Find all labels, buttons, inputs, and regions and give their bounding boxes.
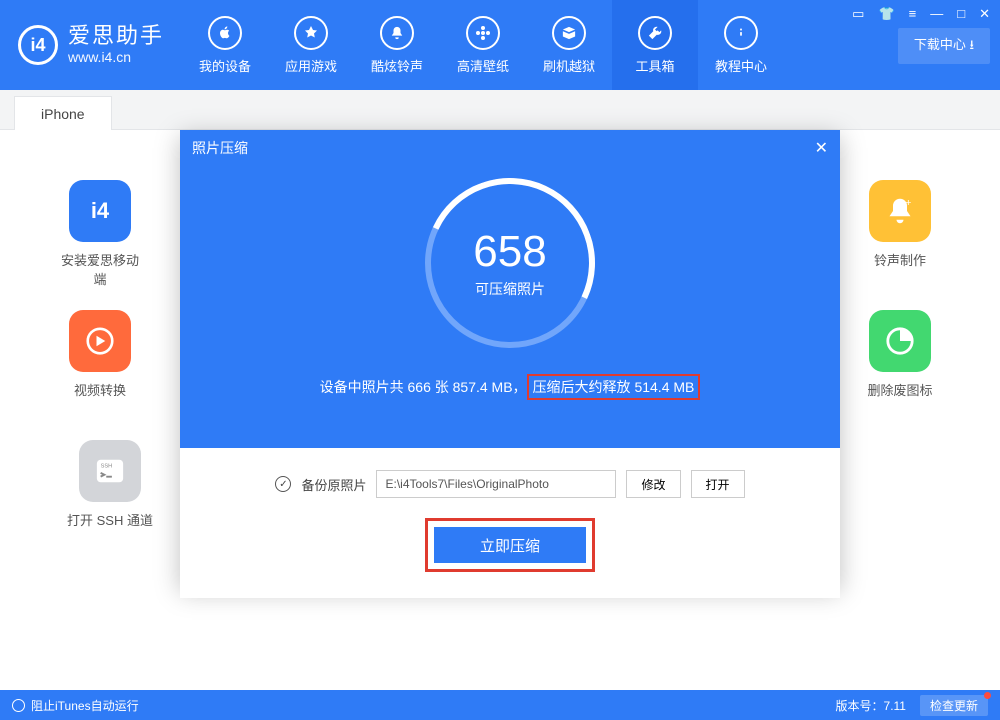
open-path-button[interactable]: 打开: [691, 470, 745, 498]
brand: i4 爱思助手 www.i4.cn: [0, 0, 182, 90]
nav-apps[interactable]: 应用游戏: [268, 0, 354, 90]
download-center-button[interactable]: 下载中心 ⭳: [898, 28, 990, 64]
brand-logo-icon: i4: [18, 25, 58, 65]
tile-video-convert[interactable]: 视频转换: [60, 310, 140, 399]
titlebar-icons: ▭ 👕 ≡ — □ ✕: [852, 0, 1000, 22]
tab-iphone[interactable]: iPhone: [14, 96, 112, 130]
backup-label: 备份原照片: [301, 475, 366, 494]
shirt-icon[interactable]: 👕: [878, 6, 894, 22]
nav-label: 工具箱: [636, 56, 675, 75]
play-icon: [69, 310, 131, 372]
nav-label: 我的设备: [199, 56, 251, 75]
chat-icon[interactable]: ▭: [852, 6, 864, 22]
content-area: i4 安装爱思移动端 视频转换 SSH 打开 SSH 通道 + 铃声制作 删除废…: [0, 130, 1000, 690]
i4-icon: i4: [69, 180, 131, 242]
svg-text:+: +: [905, 197, 911, 209]
info-icon: [724, 16, 758, 50]
tile-remove-junk-icons[interactable]: 删除废图标: [860, 310, 940, 399]
menu-icon[interactable]: ≡: [909, 6, 917, 22]
box-icon: [552, 16, 586, 50]
nav-label: 酷炫铃声: [371, 56, 423, 75]
close-icon[interactable]: ✕: [979, 6, 990, 22]
nav-flash[interactable]: 刷机越狱: [526, 0, 612, 90]
nav-toolbox[interactable]: 工具箱: [612, 0, 698, 90]
nav-label: 教程中心: [715, 56, 767, 75]
brand-title: 爱思助手: [68, 25, 164, 47]
appstore-icon: [294, 16, 328, 50]
device-tabs: iPhone: [0, 90, 1000, 130]
download-icon: ⭳: [969, 37, 974, 52]
terminal-icon: SSH: [79, 440, 141, 502]
nav-tutorials[interactable]: 教程中心: [698, 0, 784, 90]
top-nav: 我的设备 应用游戏 酷炫铃声 高清壁纸 刷机越狱 工具箱: [182, 0, 784, 90]
pie-icon: [869, 310, 931, 372]
maximize-icon[interactable]: □: [957, 6, 965, 22]
status-bar: 阻止iTunes自动运行 版本号：7.11 检查更新: [0, 690, 1000, 720]
backup-checkbox[interactable]: ✓: [275, 476, 291, 492]
nav-wallpaper[interactable]: 高清壁纸: [440, 0, 526, 90]
summary-text: 设备中照片共 666 张 857.4 MB，压缩后大约释放 514.4 MB: [180, 374, 840, 400]
tile-ringtone-maker[interactable]: + 铃声制作: [860, 180, 940, 269]
check-update-button[interactable]: 检查更新: [920, 695, 988, 716]
estimated-release-highlight: 压缩后大约释放 514.4 MB: [527, 374, 701, 400]
dialog-title: 照片压缩: [192, 138, 248, 158]
compressible-count: 658: [473, 227, 546, 277]
apple-icon: [208, 16, 242, 50]
minimize-icon[interactable]: —: [930, 6, 943, 22]
itunes-block-toggle-icon[interactable]: [12, 699, 25, 712]
nav-ringtones[interactable]: 酷炫铃声: [354, 0, 440, 90]
version-text: 版本号：7.11: [836, 697, 906, 714]
compress-button-highlight: 立即压缩: [425, 518, 595, 572]
compressible-label: 可压缩照片: [475, 279, 545, 299]
nav-my-device[interactable]: 我的设备: [182, 0, 268, 90]
compress-now-button[interactable]: 立即压缩: [434, 527, 586, 563]
bell-plus-icon: +: [869, 180, 931, 242]
modify-path-button[interactable]: 修改: [626, 470, 680, 498]
app-header: i4 爱思助手 www.i4.cn 我的设备 应用游戏 酷炫铃声 高清壁纸: [0, 0, 1000, 90]
tile-ssh[interactable]: SSH 打开 SSH 通道: [60, 440, 160, 529]
flower-icon: [466, 16, 500, 50]
compressible-count-gauge: 658 可压缩照片: [425, 178, 595, 348]
photo-compress-dialog: 照片压缩 ✕ 658 可压缩照片 设备中照片共 666 张 857.4 MB，压…: [180, 130, 840, 586]
tile-install-mobile[interactable]: i4 安装爱思移动端: [60, 180, 140, 288]
dialog-close-button[interactable]: ✕: [815, 138, 828, 158]
svg-text:SSH: SSH: [101, 463, 113, 469]
bell-icon: [380, 16, 414, 50]
itunes-block-label[interactable]: 阻止iTunes自动运行: [31, 697, 139, 714]
tools-icon: [638, 16, 672, 50]
nav-label: 高清壁纸: [457, 56, 509, 75]
nav-label: 刷机越狱: [543, 56, 595, 75]
backup-path-input[interactable]: [376, 470, 616, 498]
brand-url: www.i4.cn: [68, 49, 164, 65]
nav-label: 应用游戏: [285, 56, 337, 75]
